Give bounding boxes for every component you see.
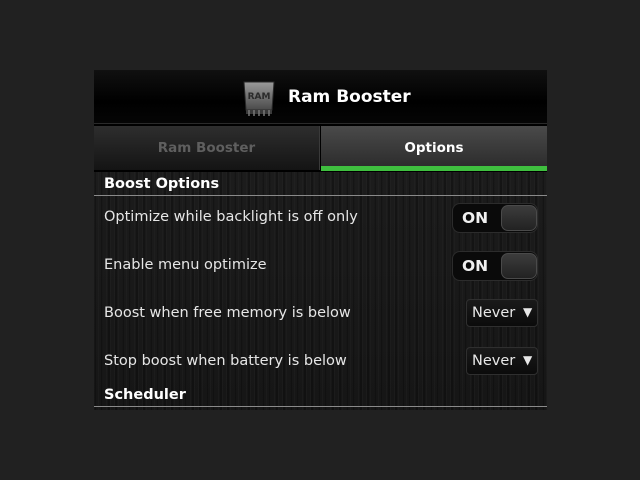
toggle-knob <box>501 205 537 231</box>
options-content: Boost Options Optimize while backlight i… <box>94 172 547 410</box>
tab-label: Ram Booster <box>157 140 256 156</box>
optimize-backlight-label: Optimize while backlight is off only <box>104 209 358 225</box>
tab-options[interactable]: Options <box>321 126 547 170</box>
tab-ram-booster[interactable]: Ram Booster <box>94 126 320 170</box>
boost-free-memory-label: Boost when free memory is below <box>104 305 351 321</box>
toggle-knob <box>501 253 537 279</box>
triangle-down-icon: ▼ <box>523 305 533 319</box>
select-value: Never <box>472 305 516 321</box>
app-title: Ram Booster <box>288 87 411 107</box>
section-divider <box>94 406 547 407</box>
enable-menu-optimize-label: Enable menu optimize <box>104 257 267 273</box>
svg-text:RAM: RAM <box>248 92 271 102</box>
enable-menu-optimize-toggle[interactable]: ON <box>452 251 538 281</box>
section-divider <box>94 195 547 196</box>
boost-free-memory-select[interactable]: Never ▼ <box>466 299 538 327</box>
tab-bar: Ram Booster Options <box>94 124 547 172</box>
optimize-backlight-toggle[interactable]: ON <box>452 203 538 233</box>
triangle-down-icon: ▼ <box>523 353 533 367</box>
toggle-state: ON <box>462 209 489 227</box>
stop-boost-battery-select[interactable]: Never ▼ <box>466 347 538 375</box>
scroll-down-icon[interactable] <box>530 402 540 408</box>
stop-boost-battery-label: Stop boost when battery is below <box>104 353 347 369</box>
active-tab-indicator <box>321 166 547 171</box>
toggle-state: ON <box>462 257 489 275</box>
title-bar: RAM Ram Booster <box>94 70 547 124</box>
tab-label: Options <box>404 140 464 156</box>
ram-chip-icon: RAM <box>238 76 280 118</box>
select-value: Never <box>472 353 516 369</box>
app-screen: RAM Ram Booster Ram Booster Options Boos… <box>94 70 547 410</box>
